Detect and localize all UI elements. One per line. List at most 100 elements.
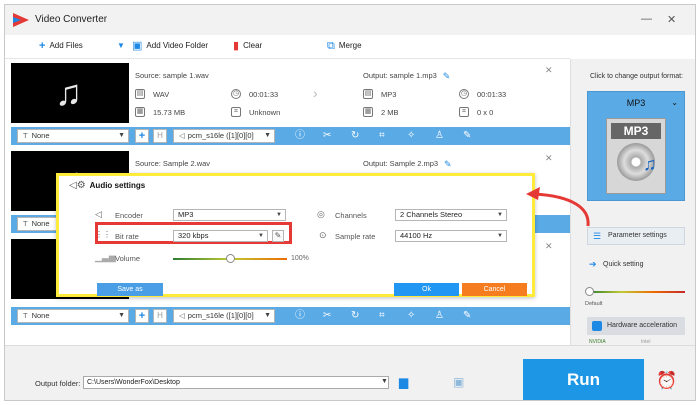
clear-button[interactable]: ▮ Clear (233, 40, 263, 51)
add-files-dropdown[interactable]: ▼ (117, 41, 125, 50)
chevron-down-icon: ▼ (118, 312, 125, 319)
quick-setting-label: Quick setting (603, 261, 644, 268)
source-duration: 00:01:33 (249, 89, 279, 99)
remove-file-icon[interactable]: ✕ (545, 241, 553, 252)
effects-wand-icon[interactable]: ✧ (407, 310, 415, 322)
alarm-clock-icon[interactable]: ⏰ (656, 371, 677, 391)
add-video-folder-button[interactable]: ▣ Add Video Folder (132, 40, 208, 51)
quick-setting-slider[interactable] (589, 291, 685, 293)
chevron-down-icon: ▼ (258, 233, 264, 239)
parameter-settings-button[interactable]: ☰ Parameter settings (587, 227, 685, 245)
sliders-icon: ☰ (593, 231, 602, 241)
sample-rate-select[interactable]: 44100 Hz ▼ (395, 230, 507, 242)
remove-file-icon[interactable]: ✕ (545, 65, 553, 76)
minimize-icon[interactable]: — (641, 13, 652, 25)
speaker-icon: ◁ (95, 209, 102, 219)
resolution-icon: ⌗ (231, 107, 241, 117)
output-format-selector[interactable]: MP3 ⌄ MP3 ♫ (587, 91, 685, 201)
title-bar: Video Converter — ✕ (5, 5, 695, 35)
plus-icon: + (39, 39, 46, 52)
source-meta-row-1: ▤ WAV ◷ 00:01:33 (135, 89, 278, 99)
output-format-hint: Click to change output format: (590, 73, 683, 80)
add-subtitle-button[interactable]: + (135, 309, 149, 323)
edit-icon[interactable]: ✎ (463, 130, 471, 142)
convert-arrow-icon: › (313, 85, 318, 101)
arrow-right-icon: ➔ (589, 259, 597, 269)
output-filename: Output: Sample 2.mp3 (363, 159, 439, 168)
parameter-settings-label: Parameter settings (608, 232, 667, 239)
crop-icon[interactable]: ⌗ (379, 130, 385, 142)
chevron-down-icon: ▼ (497, 233, 503, 239)
quick-setting-knob[interactable] (585, 287, 594, 296)
rotate-icon[interactable]: ↻ (351, 130, 359, 142)
volume-label: Volume (115, 254, 141, 263)
chevron-down-icon: ▼ (264, 312, 271, 319)
run-button[interactable]: Run (523, 359, 644, 400)
output-duration: 00:01:33 (477, 89, 507, 99)
cut-icon[interactable]: ✂ (323, 130, 331, 142)
size-icon: ▦ (135, 107, 145, 117)
add-files-button[interactable]: + Add Files (39, 39, 83, 52)
speaker-icon: ◁ (179, 311, 185, 320)
edit-pencil-icon[interactable]: ✎ (444, 159, 452, 170)
quick-setting-default-label: Default (585, 301, 603, 307)
hardware-acceleration-label: Hardware acceleration (607, 322, 678, 329)
rotate-icon[interactable]: ↻ (351, 310, 359, 322)
file-thumbnail[interactable]: ♫ (11, 63, 129, 123)
open-folder-icon[interactable]: ▆ (399, 375, 408, 389)
audio-track-select[interactable]: ◁ pcm_s16le ([1][0][0] ▼ (173, 309, 275, 323)
output-folder-input[interactable]: C:\Users\WonderFox\Desktop (83, 376, 389, 389)
subtitle-select[interactable]: T None ▼ (17, 129, 129, 143)
audio-track-value: pcm_s16le ([1][0][0] (187, 311, 254, 320)
source-filename: Source: sample 1.wav (135, 71, 209, 80)
speaker-settings-icon: ◁⚙ (69, 180, 86, 191)
cut-icon[interactable]: ✂ (323, 310, 331, 322)
hardsub-button[interactable]: H (153, 129, 167, 143)
sample-rate-label: Sample rate (335, 232, 376, 241)
volume-knob[interactable] (226, 254, 235, 263)
edit-icon[interactable]: ✎ (463, 310, 471, 322)
watermark-icon[interactable]: ♙ (435, 310, 444, 322)
effects-wand-icon[interactable]: ✧ (407, 130, 415, 142)
bitrate-edit-button[interactable]: ✎ (272, 230, 284, 242)
source-resolution: Unknown (249, 107, 281, 117)
crop-icon[interactable]: ⌗ (379, 310, 385, 322)
subtitle-select[interactable]: T None ▼ (17, 309, 129, 323)
bitrate-label: Bit rate (115, 232, 139, 241)
source-format: WAV (153, 89, 170, 99)
hardware-acceleration-bar: Hardware acceleration (587, 317, 685, 335)
add-subtitle-button[interactable]: + (135, 129, 149, 143)
encoder-value: MP3 (178, 210, 194, 219)
edit-pencil-icon[interactable]: ✎ (443, 71, 451, 82)
resolution-icon: ⌗ (459, 107, 469, 117)
output-panel: Click to change output format: MP3 ⌄ MP3… (570, 59, 695, 345)
output-filename-row: Output: sample 1.mp3 ✎ (363, 71, 450, 82)
output-folder-label: Output folder: (35, 379, 81, 388)
app-title: Video Converter (35, 14, 108, 25)
merge-button[interactable]: ⧉ Merge (327, 40, 362, 51)
output-filename: Output: sample 1.mp3 (363, 71, 437, 80)
chip-icon (592, 321, 602, 331)
audio-track-select[interactable]: ◁ pcm_s16le ([1][0][0] ▼ (173, 129, 275, 143)
save-as-button[interactable]: Save as (97, 283, 163, 296)
open-output-icon[interactable]: ▣ (453, 375, 464, 389)
close-icon[interactable]: ✕ (667, 13, 676, 26)
encoder-select[interactable]: MP3 ▼ (173, 209, 286, 221)
channels-select[interactable]: 2 Channels Stereo ▼ (395, 209, 507, 221)
ok-button[interactable]: Ok (394, 283, 459, 296)
audio-settings-dialog: ◁⚙ Audio settings ◁ Encoder MP3 ▼ ⋮⋮ Bit… (56, 173, 535, 297)
clear-label: Clear (243, 41, 263, 50)
subtitle-value: None (31, 311, 50, 320)
channels-icon: ◎ (317, 209, 325, 219)
bitrate-select[interactable]: 320 kbps ▼ (173, 230, 268, 242)
info-icon[interactable]: ⓘ (295, 130, 305, 142)
output-format-name: MP3 (626, 98, 646, 108)
info-icon[interactable]: ⓘ (295, 310, 305, 322)
remove-file-icon[interactable]: ✕ (545, 153, 553, 164)
hardsub-button[interactable]: H (153, 309, 167, 323)
output-meta-row-1: ▤ MP3 ◷ 00:01:33 (363, 89, 506, 99)
chevron-down-icon[interactable]: ▼ (381, 378, 388, 385)
watermark-icon[interactable]: ♙ (435, 130, 444, 142)
cancel-button[interactable]: Cancel (462, 283, 527, 296)
output-meta-row-2: ▦ 2 MB ⌗ 0 x 0 (363, 107, 493, 117)
